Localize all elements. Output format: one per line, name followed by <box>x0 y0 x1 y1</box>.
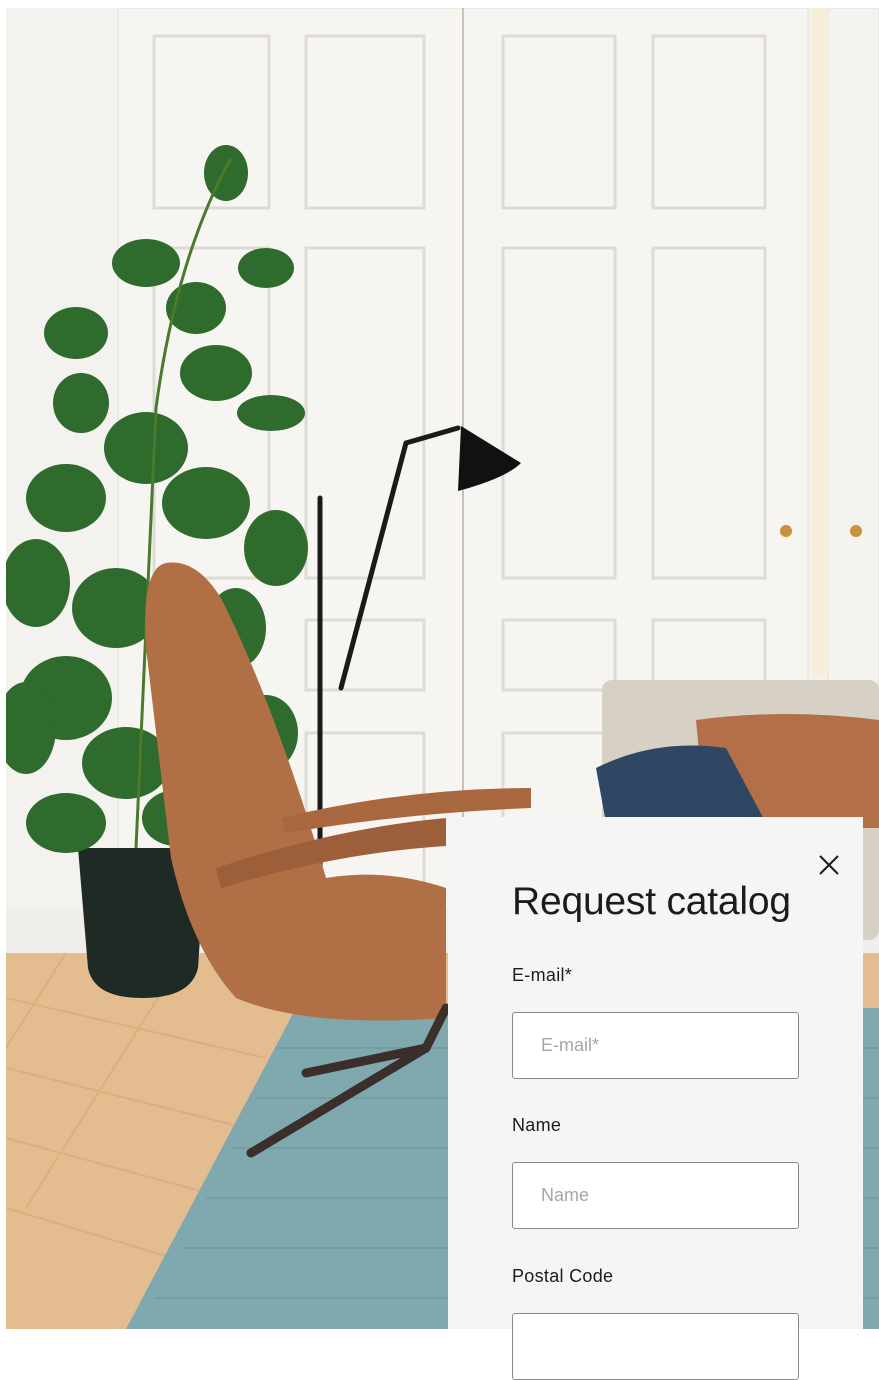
page-title: Request catalog <box>512 880 791 923</box>
postal-code-label: Postal Code <box>512 1266 614 1286</box>
name-field[interactable] <box>512 1162 799 1229</box>
request-catalog-panel: Request catalog E-mail* Name Postal Code <box>448 817 863 1380</box>
close-icon[interactable] <box>817 853 841 877</box>
name-label: Name <box>512 1115 562 1135</box>
email-field[interactable] <box>512 1012 799 1079</box>
postal-code-field[interactable] <box>512 1313 799 1380</box>
email-label: E-mail* <box>512 965 573 985</box>
